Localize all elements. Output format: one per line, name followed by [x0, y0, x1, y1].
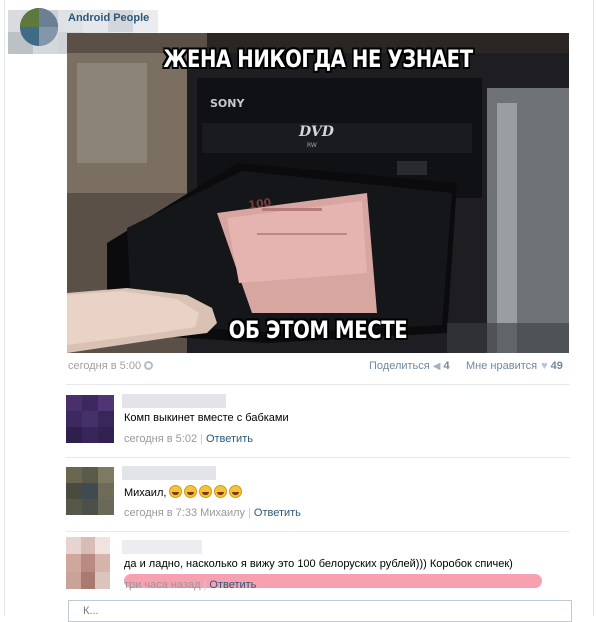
comment-avatar[interactable] — [66, 467, 114, 515]
comment-meta: сегодня в 5:02 | Ответить — [124, 433, 253, 445]
divider: | — [200, 433, 203, 445]
divider: | — [203, 579, 207, 591]
dvd-logo: DVD — [298, 124, 335, 140]
like-button[interactable]: Мне нравится ♥ 49 — [466, 360, 563, 372]
comment-separator — [66, 384, 570, 385]
reply-placeholder: К... — [83, 605, 99, 617]
reply-link[interactable]: Ответить — [254, 507, 301, 519]
comment-separator — [66, 531, 570, 532]
comment-time[interactable]: три часа назад — [124, 579, 201, 591]
share-label[interactable]: Поделиться — [369, 360, 430, 372]
author-name[interactable]: Android People — [68, 12, 149, 24]
megaphone-icon: ◀ — [432, 361, 441, 372]
comment-text: Комп выкинет вместе с бабками — [124, 412, 289, 424]
comment-time[interactable]: сегодня в 5:02 — [124, 433, 197, 445]
post-meta: сегодня в 5:00 Поделиться ◀ 4 Мне нравится… — [68, 360, 570, 376]
comment-time[interactable]: сегодня в 7:33 — [124, 507, 197, 519]
comment-3: да и ладно, насколько я вижу это 100 бел… — [66, 531, 570, 599]
like-count: 49 — [550, 360, 563, 372]
like-label[interactable]: Мне нравится — [466, 360, 537, 372]
sony-label: SONY — [210, 97, 245, 110]
comment-text: Михаил, — [124, 485, 244, 499]
comment-avatar[interactable] — [66, 395, 114, 443]
reply-link[interactable]: Ответить — [209, 579, 256, 591]
rofl-emoji — [229, 485, 243, 498]
post-date-text[interactable]: сегодня в 5:00 — [68, 360, 141, 372]
rofl-emoji — [214, 485, 228, 498]
reply-to[interactable]: Михаилу — [200, 507, 245, 519]
commenter-name-blur — [122, 394, 226, 408]
commenter-name-blur — [122, 540, 202, 554]
post-date[interactable]: сегодня в 5:00 — [68, 360, 154, 372]
post-photo[interactable]: SONY DVD RW 100 ЖЕНА НИКОГДА НЕ УЗНАЕТ О… — [67, 33, 569, 353]
share-button[interactable]: Поделиться ◀ 4 — [369, 360, 450, 372]
reply-link[interactable]: Ответить — [206, 433, 253, 445]
meme-caption-top: ЖЕНА НИКОГДА НЕ УЗНАЕТ — [163, 45, 473, 73]
comment-text: да и ладно, насколько я вижу это 100 бел… — [124, 558, 513, 570]
heart-icon[interactable]: ♥ — [541, 360, 548, 372]
divider: | — [248, 507, 251, 519]
comment-meta: сегодня в 7:33 Михаилу | Ответить — [124, 507, 301, 519]
comment-meta: три часа назад | Ответить — [124, 579, 256, 591]
comment-text-main[interactable]: Михаил, — [124, 487, 166, 499]
comment-avatar[interactable] — [66, 537, 110, 589]
comment-1: Комп выкинет вместе с бабками сегодня в … — [66, 384, 570, 454]
commenter-name-blur — [122, 466, 216, 480]
meme-image: SONY DVD RW 100 — [67, 33, 569, 353]
gear-icon[interactable] — [144, 361, 154, 370]
author-avatar[interactable] — [20, 8, 58, 46]
rofl-emoji — [169, 485, 183, 498]
comment-2: Михаил, сегодня в 7:33 Михаилу | Ответить — [66, 457, 570, 529]
comment-separator — [66, 457, 570, 458]
dvd-sub: RW — [307, 142, 317, 149]
rofl-emoji — [199, 485, 213, 498]
share-count: 4 — [443, 360, 450, 372]
meme-caption-bottom: ОБ ЭТОМ МЕСТЕ — [228, 316, 408, 344]
reply-input[interactable]: К... — [68, 600, 572, 622]
rofl-emoji — [184, 485, 198, 498]
